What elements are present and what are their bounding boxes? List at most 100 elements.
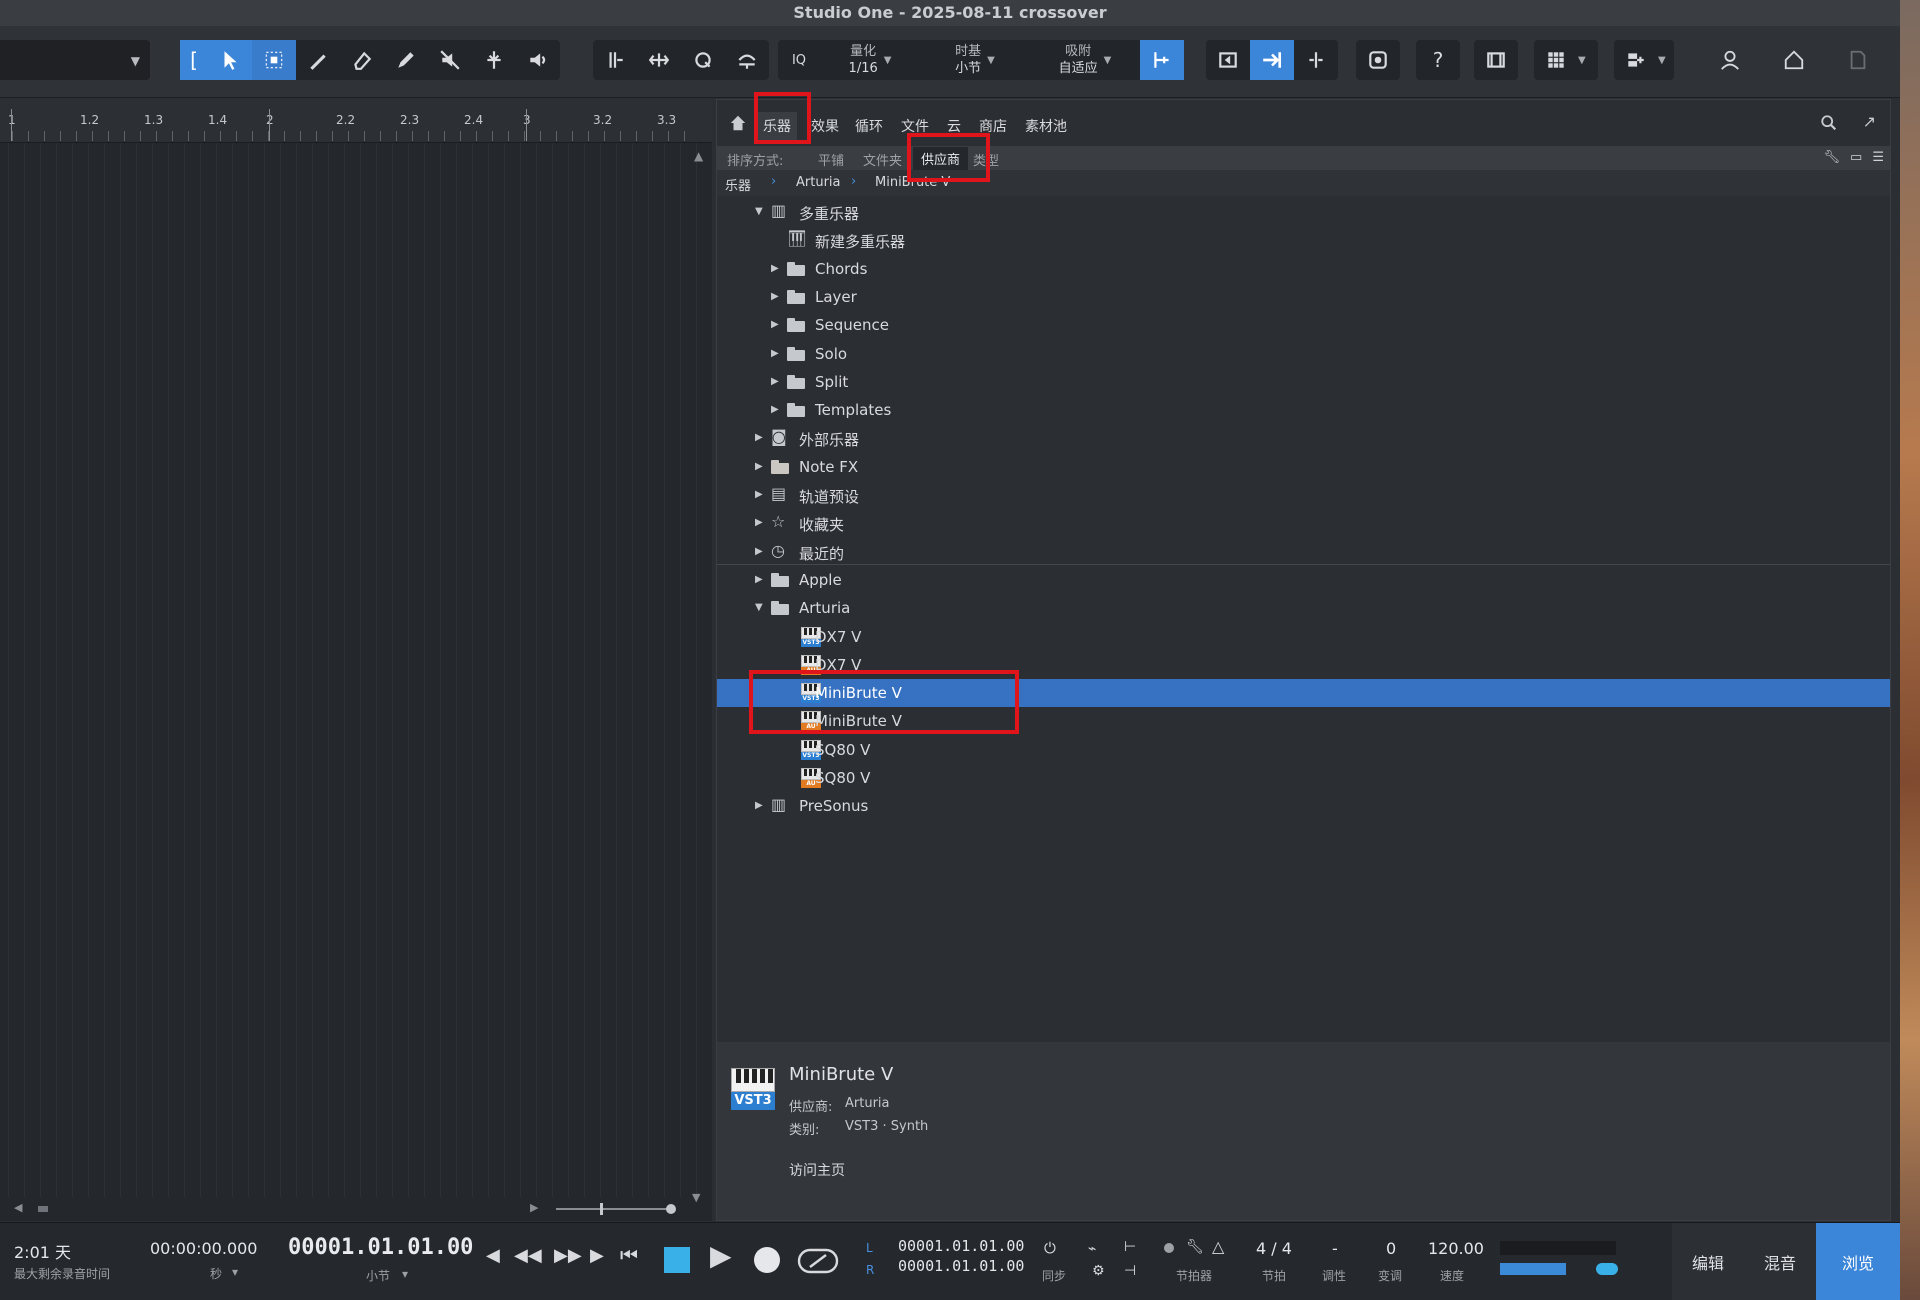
- wrench-icon[interactable]: 🔧︎: [1824, 150, 1841, 165]
- expand-arrow-icon[interactable]: ▶: [771, 291, 779, 302]
- transpose-value[interactable]: 0: [1386, 1239, 1396, 1258]
- tab-store[interactable]: 商店: [979, 116, 1007, 136]
- tab-instruments[interactable]: 乐器: [757, 112, 797, 140]
- scroll-right-arrow-icon[interactable]: ▶: [530, 1201, 538, 1214]
- tree-item[interactable]: ▶ Split: [717, 368, 1890, 396]
- breadcrumb-item[interactable]: Arturia: [796, 175, 841, 190]
- tree-item[interactable]: ▶ Solo: [717, 340, 1890, 368]
- range-tool-button[interactable]: [252, 40, 296, 80]
- arrange-view[interactable]: 11.21.31.422.22.32.433.23.3 ▲ ◀ ▶ ▼: [0, 99, 712, 1221]
- expand-arrow-icon[interactable]: ▶: [771, 319, 779, 330]
- expand-arrow-icon[interactable]: ▶: [755, 432, 763, 443]
- tree-item[interactable]: AU SQ80 V: [717, 764, 1890, 792]
- search-icon[interactable]: [1820, 114, 1838, 132]
- zoom-slider-end-knob[interactable]: [666, 1204, 676, 1214]
- stop-button[interactable]: [664, 1247, 690, 1273]
- view-browse-button[interactable]: 浏览: [1816, 1223, 1900, 1300]
- tab-pool[interactable]: 素材池: [1025, 116, 1067, 136]
- scroll-up-arrow-icon[interactable]: ▲: [694, 149, 703, 163]
- timebase-select[interactable]: 时基 小节 ▼: [920, 43, 1030, 77]
- metronome-toggle[interactable]: [1596, 1263, 1618, 1275]
- breadcrumb-item[interactable]: MiniBrute V: [875, 175, 950, 190]
- tree-item[interactable]: AU DX7 V: [717, 651, 1890, 679]
- scroll-left-arrow-icon[interactable]: ◀: [14, 1201, 22, 1214]
- scroll-down-arrow-icon[interactable]: ▼: [692, 1191, 700, 1204]
- track-preset-dropdown[interactable]: ▼: [0, 40, 150, 80]
- tree-item[interactable]: ▶ Apple: [717, 566, 1890, 594]
- tree-item[interactable]: ▶ ☆ 收藏夹: [717, 509, 1890, 537]
- tree-item[interactable]: ▶ ▤ 轨道预设: [717, 481, 1890, 509]
- marker-flag-icon[interactable]: ⊢: [1124, 1239, 1136, 1255]
- home-icon[interactable]: [729, 114, 747, 132]
- expand-arrow-icon[interactable]: ▶: [755, 489, 763, 500]
- view-edit-button[interactable]: 编辑: [1672, 1223, 1744, 1300]
- split-view-button[interactable]: [1294, 40, 1338, 80]
- expand-arrow-icon[interactable]: ▶: [755, 574, 763, 585]
- sort-type[interactable]: 类型: [973, 150, 999, 169]
- click-dot-icon[interactable]: [1164, 1243, 1174, 1253]
- sort-folder[interactable]: 文件夹: [863, 150, 902, 169]
- zoom-slider[interactable]: [556, 1208, 674, 1210]
- return-to-zero-icon[interactable]: ⏮: [620, 1243, 638, 1267]
- zoom-to-start-button[interactable]: [1206, 40, 1250, 80]
- chevron-down-icon[interactable]: ▾: [232, 1265, 238, 1279]
- quantize-button[interactable]: [681, 40, 725, 80]
- help-button[interactable]: ?: [1416, 40, 1460, 80]
- expand-arrow-icon[interactable]: ▶: [755, 800, 763, 811]
- expand-arrow-icon[interactable]: ▶: [755, 546, 763, 557]
- wrench-icon[interactable]: 🔧︎: [1186, 1239, 1204, 1255]
- loop-start[interactable]: 00001.01.01.00: [898, 1237, 1024, 1255]
- expand-arrow-icon[interactable]: ▶: [771, 404, 779, 415]
- bend-tool-button[interactable]: [472, 40, 516, 80]
- next-marker-icon[interactable]: ▶: [590, 1245, 604, 1266]
- tab-loops[interactable]: 循环: [855, 116, 883, 136]
- iq-label[interactable]: IQ: [778, 52, 820, 69]
- arrow-tool-button[interactable]: [208, 40, 252, 80]
- listen-tool-button[interactable]: [516, 40, 560, 80]
- tree-item[interactable]: ▶ Templates: [717, 396, 1890, 424]
- metronome-icon[interactable]: △: [1212, 1237, 1224, 1256]
- video-button[interactable]: [1474, 40, 1518, 80]
- tab-files[interactable]: 文件: [901, 116, 929, 136]
- tree-item[interactable]: ▶ Sequence: [717, 311, 1890, 339]
- chevron-down-icon[interactable]: ▼: [1658, 55, 1666, 66]
- tree-item[interactable]: ▼ ▥ 多重乐器: [717, 198, 1890, 226]
- tree-item[interactable]: ▶ Note FX: [717, 453, 1890, 481]
- view-mix-button[interactable]: 混音: [1744, 1223, 1816, 1300]
- start-page-button[interactable]: [1772, 40, 1816, 80]
- homepage-link[interactable]: 访问主页: [789, 1160, 845, 1180]
- locate-button[interactable]: [1356, 40, 1400, 80]
- expand-arrow-icon[interactable]: ▶: [771, 348, 779, 359]
- tree-item[interactable]: ▶ Layer: [717, 283, 1890, 311]
- tab-effects[interactable]: 效果: [811, 116, 839, 136]
- tree-item[interactable]: VST3 DX7 V: [717, 623, 1890, 651]
- tree-item[interactable]: ▶ Chords: [717, 255, 1890, 283]
- grid-view-button[interactable]: [1534, 40, 1578, 80]
- snap-toggle-button[interactable]: [1140, 40, 1184, 80]
- punch-icon[interactable]: ⌁: [1088, 1241, 1096, 1257]
- timeline-ruler[interactable]: 11.21.31.422.22.32.433.23.3: [0, 99, 712, 143]
- breadcrumb-item[interactable]: 乐器: [725, 175, 751, 194]
- collapse-arrow-icon[interactable]: ▼: [755, 206, 763, 217]
- tree-item[interactable]: VST3 MiniBrute V: [717, 679, 1890, 707]
- list-view-icon[interactable]: ☰: [1872, 150, 1884, 165]
- settings-gear-icon[interactable]: ⚙: [1092, 1263, 1105, 1279]
- seconds-display[interactable]: 00:00:00.000: [150, 1239, 257, 1258]
- chevron-down-icon[interactable]: ▾: [402, 1267, 408, 1281]
- tree-item[interactable]: VST3 SQ80 V: [717, 736, 1890, 764]
- time-signature-value[interactable]: 4 / 4: [1256, 1239, 1292, 1258]
- expand-arrow-icon[interactable]: ▶: [771, 263, 779, 274]
- tree-item[interactable]: AU MiniBrute V: [717, 707, 1890, 735]
- quantize-select[interactable]: 量化 1/16 ▼: [820, 43, 920, 77]
- groove-button[interactable]: [725, 40, 769, 80]
- sync-power-icon[interactable]: ⏻: [1044, 1239, 1056, 1257]
- follow-playhead-button[interactable]: [1250, 40, 1294, 80]
- fast-forward-icon[interactable]: ▶▶: [554, 1245, 582, 1266]
- tree-item[interactable]: ▼ Arturia: [717, 594, 1890, 622]
- expand-arrow-icon[interactable]: ▶: [755, 461, 763, 472]
- eraser-tool-button[interactable]: [340, 40, 384, 80]
- expand-arrow-icon[interactable]: ▶: [771, 376, 779, 387]
- rewind-icon[interactable]: ◀◀: [514, 1245, 542, 1266]
- precount-icon[interactable]: ⊣: [1124, 1263, 1136, 1279]
- position-display[interactable]: 00001.01.01.00: [288, 1235, 473, 1260]
